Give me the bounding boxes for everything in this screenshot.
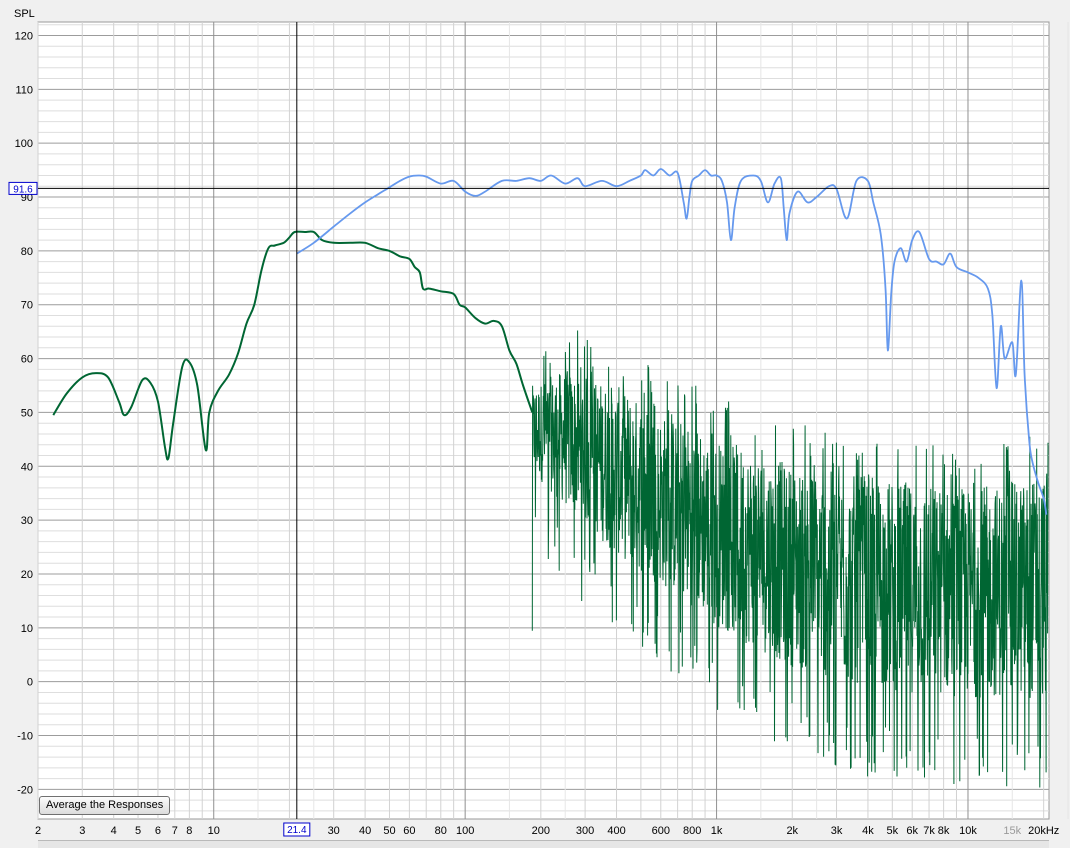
x-tick-label: 15k (1003, 825, 1021, 837)
y-tick-label: 20 (21, 569, 33, 581)
x-tick-label: 6k (906, 825, 918, 837)
x-tick-label: 10 (208, 825, 220, 837)
y-tick-label: 10 (21, 623, 33, 635)
x-tick-label: 4 (111, 825, 117, 837)
y-tick-label: 40 (21, 461, 33, 473)
y-tick-label: 110 (15, 84, 33, 96)
x-tick-label: 600 (652, 825, 670, 837)
y-tick-label: 80 (21, 246, 33, 258)
x-tick-label: 8 (186, 825, 192, 837)
y-tick-label: 0 (27, 677, 33, 689)
y-tick-label: 70 (21, 300, 33, 312)
y-axis-label: SPL (14, 8, 35, 20)
x-tick-label: 100 (456, 825, 474, 837)
x-tick-label: 6 (155, 825, 161, 837)
x-tick-label: 7k (923, 825, 935, 837)
x-tick-label: 2k (786, 825, 798, 837)
x-tick-label: 7 (172, 825, 178, 837)
y-tick-label: 30 (21, 515, 33, 527)
x-tick-label: 3k (831, 825, 843, 837)
cursor-y-tag-label: 91.6 (13, 184, 33, 195)
y-tick-label: 50 (21, 407, 33, 419)
y-tick-label: 100 (15, 138, 33, 150)
y-tick-label: 120 (15, 30, 33, 42)
x-tick-label: 200 (532, 825, 550, 837)
y-tick-label: 60 (21, 354, 33, 366)
x-tick-label: 300 (576, 825, 594, 837)
frequency-response-chart: SPL 1201101009080706050403020100-10-202 3… (8, 8, 1069, 837)
x-tick-label: 20kHz (1028, 825, 1059, 837)
x-tick-label: 2 (35, 825, 41, 837)
x-tick-label: 80 (435, 825, 447, 837)
x-tick-label: 40 (359, 825, 371, 837)
x-tick-label: 8k (938, 825, 950, 837)
x-tick-label: 800 (683, 825, 701, 837)
y-tick-label: -10 (17, 731, 33, 743)
x-tick-label: 30 (328, 825, 340, 837)
x-tick-label: 3 (79, 825, 85, 837)
average-responses-button[interactable]: Average the Responses (39, 796, 171, 815)
x-tick-label: 1k (711, 825, 723, 837)
x-tick-label: 60 (403, 825, 415, 837)
x-tick-label: 5 (135, 825, 141, 837)
x-tick-label: 4k (862, 825, 874, 837)
x-tick-label: 50 (383, 825, 395, 837)
x-tick-label: 5k (886, 825, 898, 837)
x-tick-label: 400 (607, 825, 625, 837)
cursor-x-tag-label: 21.4 (287, 825, 307, 836)
y-tick-label: -20 (17, 784, 33, 796)
x-tick-label: 10k (959, 825, 977, 837)
